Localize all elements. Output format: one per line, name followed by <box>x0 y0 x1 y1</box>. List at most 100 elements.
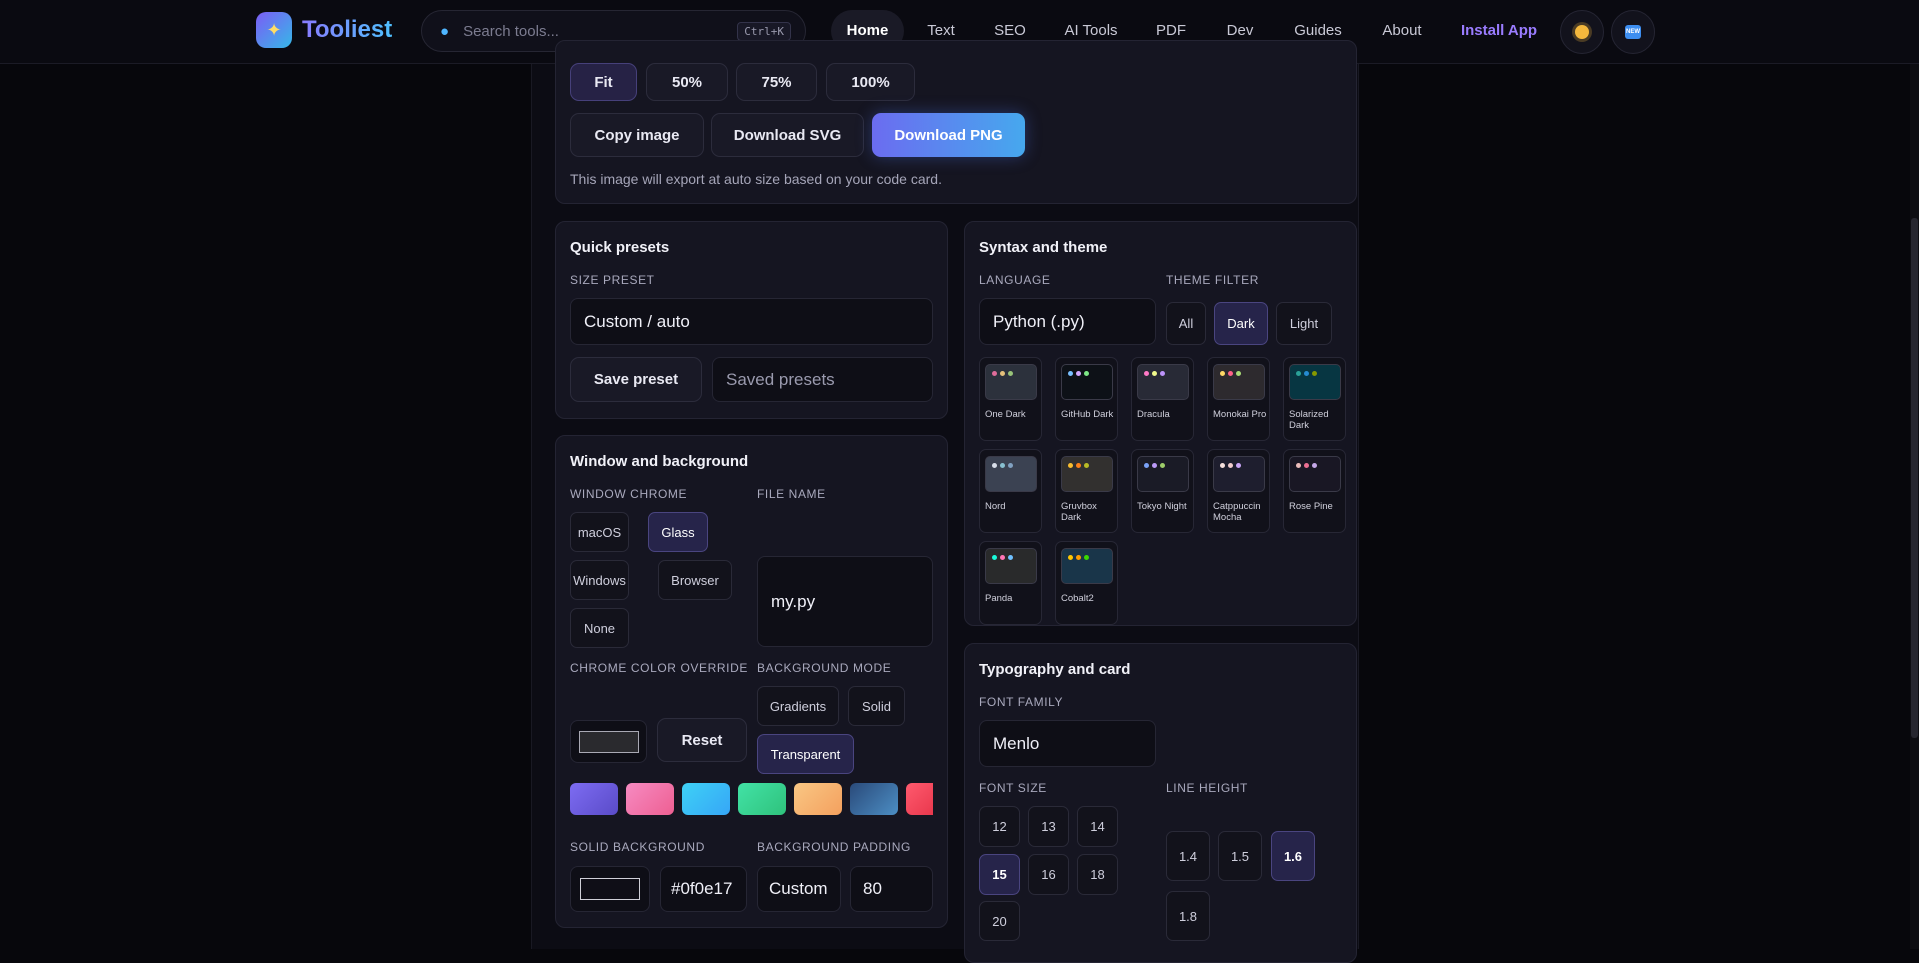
theme-card[interactable]: Monokai Pro <box>1207 357 1270 441</box>
theme-color-dots <box>992 555 1013 560</box>
chrome-none-button[interactable]: None <box>570 608 629 648</box>
size-preset-label: SIZE PRESET <box>570 273 655 287</box>
padding-value-input[interactable]: 80 <box>850 866 933 912</box>
window-chrome-label: WINDOW CHROME <box>570 487 688 501</box>
logo[interactable]: ✦ Tooliest <box>256 12 392 48</box>
typography-card-panel <box>964 643 1357 963</box>
line-height-1-4-button[interactable]: 1.4 <box>1166 831 1210 881</box>
language-icon: NEW <box>1625 25 1641 39</box>
zoom-fit-button[interactable]: Fit <box>570 63 637 101</box>
theme-color-dot <box>1144 371 1149 376</box>
theme-card[interactable]: One Dark <box>979 357 1042 441</box>
page-scrollbar-thumb[interactable] <box>1911 218 1918 738</box>
theme-color-dot <box>1236 463 1241 468</box>
theme-filter-dark-button[interactable]: Dark <box>1214 302 1268 345</box>
copy-image-button[interactable]: Copy image <box>570 113 704 157</box>
chrome-browser-button[interactable]: Browser <box>658 560 732 600</box>
theme-card[interactable]: Nord <box>979 449 1042 533</box>
chrome-macos-button[interactable]: macOS <box>570 512 629 552</box>
file-name-input[interactable]: my.py <box>757 556 933 647</box>
language-button[interactable]: NEW <box>1611 10 1655 54</box>
font-size-14-button[interactable]: 14 <box>1077 806 1118 847</box>
saved-presets-select[interactable]: Saved presets <box>712 357 933 402</box>
chrome-color-override-label: CHROME COLOR OVERRIDE <box>570 661 748 675</box>
bg-mode-transparent-button[interactable]: Transparent <box>757 734 854 774</box>
line-height-1-8-button[interactable]: 1.8 <box>1166 891 1210 941</box>
theme-name: Dracula <box>1137 409 1170 420</box>
zoom-100-button[interactable]: 100% <box>826 63 915 101</box>
theme-preview <box>1061 364 1113 400</box>
theme-color-dot <box>1152 371 1157 376</box>
bg-mode-solid-button[interactable]: Solid <box>848 686 905 726</box>
theme-name: Rose Pine <box>1289 501 1333 512</box>
font-size-13-button[interactable]: 13 <box>1028 806 1069 847</box>
theme-name: Catppuccin Mocha <box>1213 501 1261 523</box>
font-family-select[interactable]: Menlo <box>979 720 1156 767</box>
gradient-swatch[interactable] <box>906 783 933 815</box>
theme-preview <box>1289 456 1341 492</box>
theme-color-dot <box>1068 555 1073 560</box>
reset-chrome-color-button[interactable]: Reset <box>657 718 747 762</box>
font-size-18-button[interactable]: 18 <box>1077 854 1118 895</box>
chrome-glass-button[interactable]: Glass <box>648 512 708 552</box>
theme-card[interactable]: Rose Pine <box>1283 449 1346 533</box>
theme-toggle-button[interactable] <box>1560 10 1604 54</box>
theme-color-dot <box>1000 371 1005 376</box>
download-png-button[interactable]: Download PNG <box>872 113 1025 157</box>
chrome-windows-button[interactable]: Windows <box>570 560 629 600</box>
save-preset-button[interactable]: Save preset <box>570 357 702 402</box>
theme-filter-all-button[interactable]: All <box>1166 302 1206 345</box>
solid-background-hex-input[interactable]: #0f0e17 <box>660 866 747 912</box>
theme-preview <box>985 456 1037 492</box>
theme-card[interactable]: Catppuccin Mocha <box>1207 449 1270 533</box>
theme-card[interactable]: Panda <box>979 541 1042 625</box>
line-height-label: LINE HEIGHT <box>1166 781 1248 795</box>
logo-icon: ✦ <box>256 12 292 48</box>
chrome-color-picker[interactable] <box>570 720 647 763</box>
line-height-1-5-button[interactable]: 1.5 <box>1218 831 1262 881</box>
gradient-swatch[interactable] <box>794 783 842 815</box>
zoom-50-button[interactable]: 50% <box>646 63 728 101</box>
padding-mode-select[interactable]: Custom <box>757 866 841 912</box>
download-svg-button[interactable]: Download SVG <box>711 113 864 157</box>
theme-card[interactable]: Dracula <box>1131 357 1194 441</box>
theme-card[interactable]: GitHub Dark <box>1055 357 1118 441</box>
bg-mode-gradients-button[interactable]: Gradients <box>757 686 839 726</box>
gradient-swatch[interactable] <box>626 783 674 815</box>
file-name-label: FILE NAME <box>757 487 826 501</box>
search-input[interactable] <box>461 21 738 41</box>
theme-color-dots <box>1144 371 1165 376</box>
line-height-1-6-button[interactable]: 1.6 <box>1271 831 1315 881</box>
theme-filter-light-button[interactable]: Light <box>1276 302 1332 345</box>
font-size-16-button[interactable]: 16 <box>1028 854 1069 895</box>
theme-preview <box>1213 456 1265 492</box>
theme-preview <box>1061 548 1113 584</box>
gradient-swatch[interactable] <box>738 783 786 815</box>
gradient-swatch[interactable] <box>850 783 898 815</box>
theme-card[interactable]: Tokyo Night <box>1131 449 1194 533</box>
nav-about[interactable]: About <box>1372 10 1432 52</box>
language-select[interactable]: Python (.py) <box>979 298 1156 345</box>
theme-card[interactable]: Gruvbox Dark <box>1055 449 1118 533</box>
language-label: LANGUAGE <box>979 273 1051 287</box>
typography-card-title: Typography and card <box>979 661 1131 678</box>
theme-color-dot <box>1220 371 1225 376</box>
font-size-15-button[interactable]: 15 <box>979 854 1020 895</box>
gradient-swatch[interactable] <box>570 783 618 815</box>
font-size-12-button[interactable]: 12 <box>979 806 1020 847</box>
size-preset-select[interactable]: Custom / auto <box>570 298 933 345</box>
theme-name: GitHub Dark <box>1061 409 1114 420</box>
theme-color-dots <box>1068 463 1089 468</box>
chrome-color-preview <box>578 730 639 753</box>
theme-name: Tokyo Night <box>1137 501 1187 512</box>
theme-name: Monokai Pro <box>1213 409 1267 420</box>
solid-background-picker[interactable] <box>570 866 650 912</box>
zoom-75-button[interactable]: 75% <box>736 63 817 101</box>
gradient-swatch[interactable] <box>682 783 730 815</box>
theme-card[interactable]: Solarized Dark <box>1283 357 1346 441</box>
theme-card[interactable]: Cobalt2 <box>1055 541 1118 625</box>
theme-color-dot <box>1008 463 1013 468</box>
font-size-20-button[interactable]: 20 <box>979 901 1020 941</box>
install-app-link[interactable]: Install App <box>1456 10 1542 52</box>
theme-color-dot <box>1076 371 1081 376</box>
